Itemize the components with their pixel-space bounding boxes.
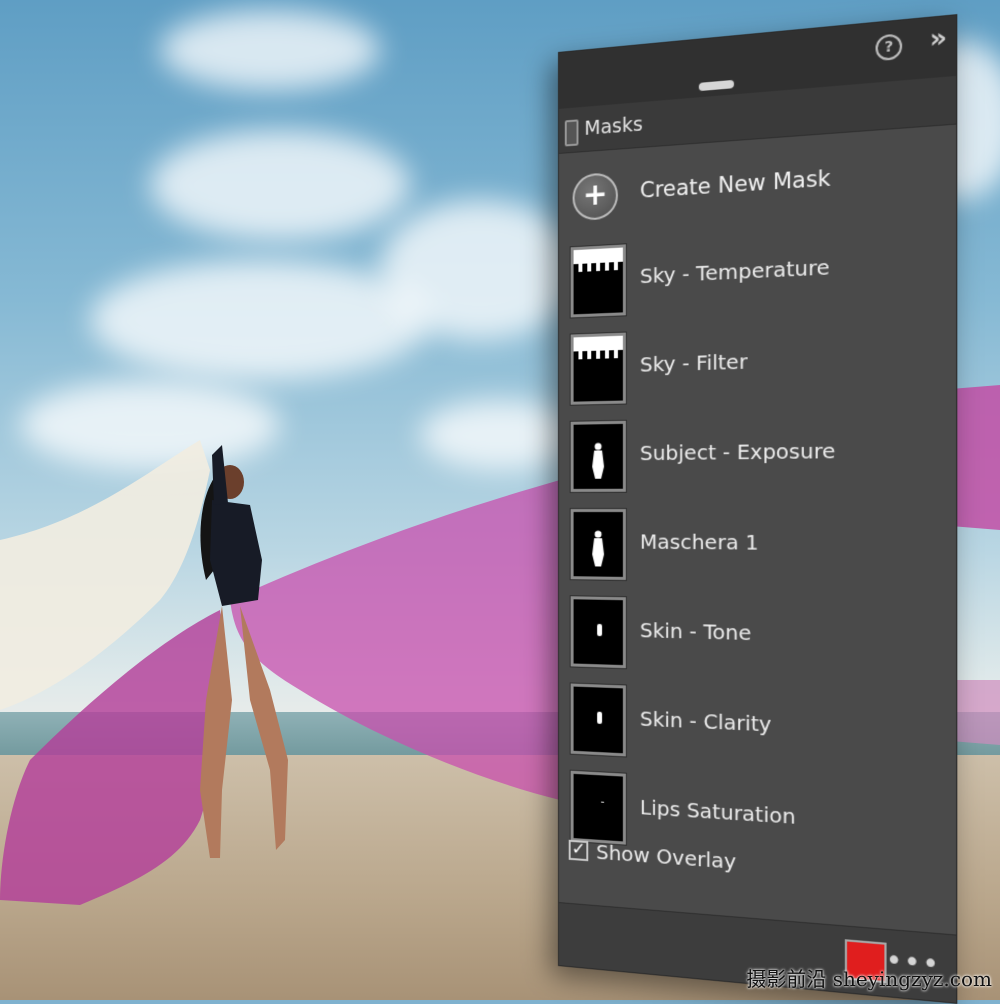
collapse-icon[interactable]: » <box>930 23 943 54</box>
mask-thumbnail[interactable] <box>571 244 626 317</box>
help-icon[interactable]: ? <box>876 33 903 61</box>
masks-panel: ? » Masks + Create New Mask Sky - Temper… <box>558 14 957 1004</box>
mask-label[interactable]: Lips Saturation <box>640 795 796 829</box>
mask-thumbnail[interactable] <box>571 509 626 580</box>
mask-thumbnail[interactable] <box>571 333 626 405</box>
panel-title: Masks <box>584 113 642 140</box>
watermark: 摄影前沿 sheyingzyz.com <box>746 963 992 992</box>
mask-label[interactable]: Skin - Tone <box>640 618 751 645</box>
mask-thumbnail[interactable] <box>571 421 626 492</box>
mask-item-subject-exposure[interactable]: Subject - Exposure <box>559 410 956 505</box>
mask-label[interactable]: Sky - Filter <box>640 349 748 377</box>
mask-label[interactable]: Subject - Exposure <box>640 438 835 465</box>
mask-thumbnail[interactable] <box>571 683 626 756</box>
create-new-mask-label[interactable]: Create New Mask <box>640 166 831 203</box>
mask-label[interactable]: Skin - Clarity <box>640 706 772 736</box>
panel-toggle-box[interactable] <box>565 119 579 146</box>
add-mask-button[interactable]: + <box>573 172 618 221</box>
mask-thumbnail[interactable] <box>571 596 626 668</box>
mask-item-sky-filter[interactable]: Sky - Filter <box>559 316 956 418</box>
show-overlay-label[interactable]: Show Overlay <box>596 840 736 874</box>
mask-label[interactable]: Sky - Temperature <box>640 254 830 288</box>
mask-label[interactable]: Maschera 1 <box>640 529 759 554</box>
drag-handle[interactable] <box>699 80 734 91</box>
show-overlay-checkbox[interactable]: ✓ <box>569 840 589 861</box>
mask-item-skin-tone[interactable]: Skin - Tone <box>559 592 956 693</box>
mask-item-maschera-1[interactable]: Maschera 1 <box>559 505 956 599</box>
